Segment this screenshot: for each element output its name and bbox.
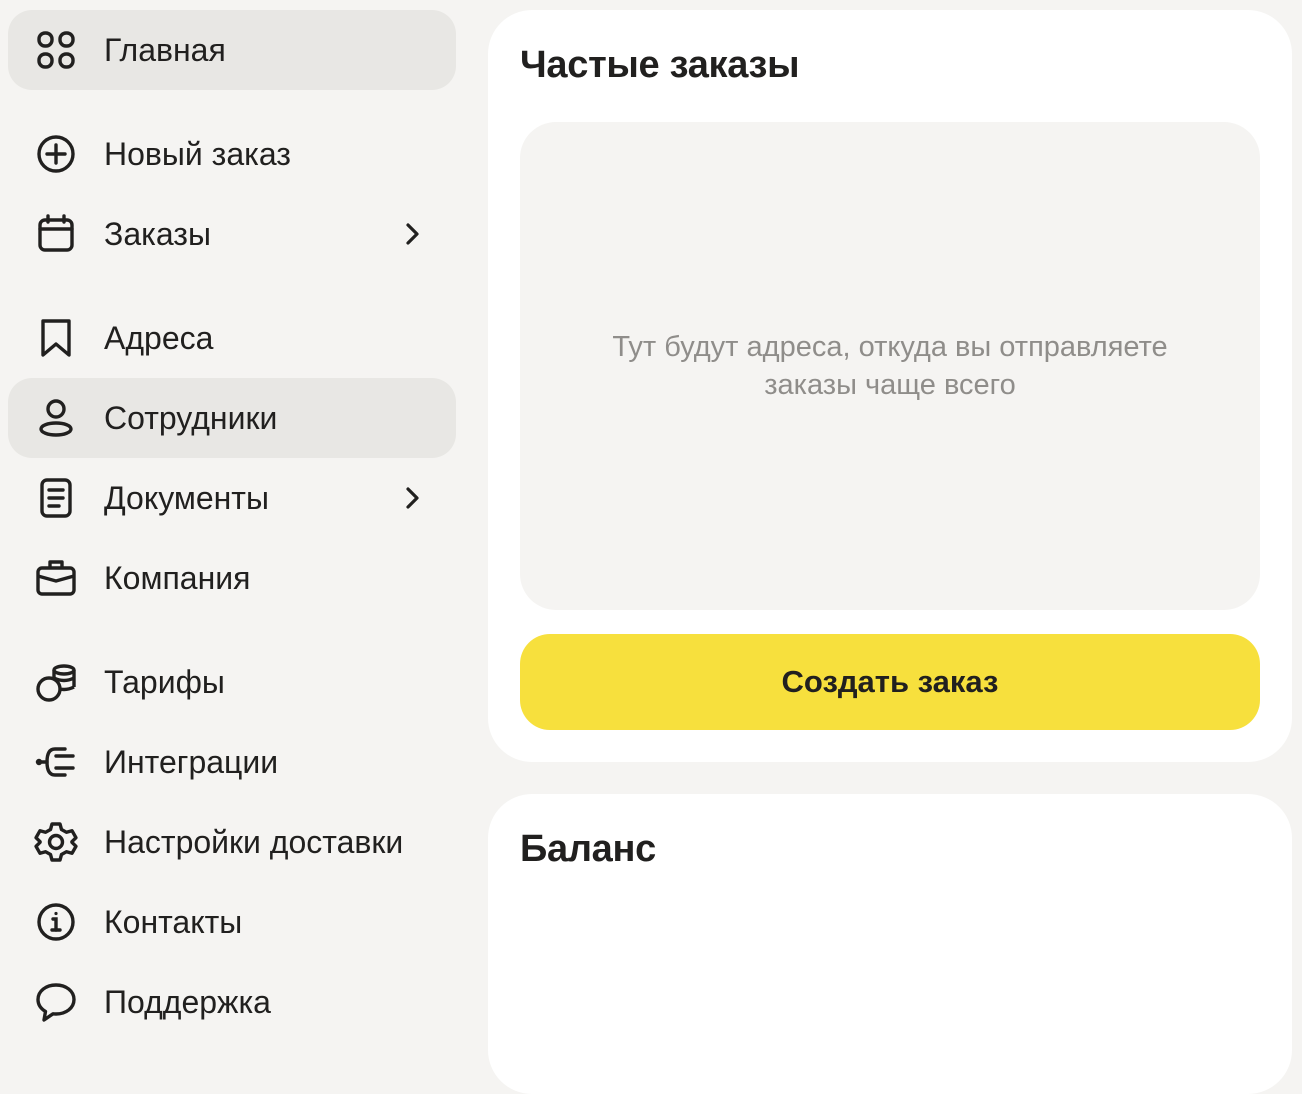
frequent-orders-title: Частые заказы: [520, 44, 800, 86]
grid-icon: [34, 31, 78, 69]
sidebar-item-tariffs[interactable]: Тарифы: [8, 642, 456, 722]
sidebar-item-label: Контакты: [104, 904, 243, 940]
user-icon: [34, 399, 78, 437]
sidebar-item-home[interactable]: Главная: [8, 10, 456, 90]
frequent-orders-empty-state: Тут будут адреса, откуда вы отправляете …: [520, 122, 1260, 610]
sidebar: Главная Новый заказ Заказы Адреса Сотруд…: [0, 0, 470, 1037]
plus-circle-icon: [34, 135, 78, 173]
empty-state-text: Тут будут адреса, откуда вы отправляете …: [612, 331, 1168, 401]
sidebar-item-label: Настройки доставки: [104, 824, 404, 860]
sidebar-item-label: Заказы: [104, 216, 211, 252]
chat-bubble-icon: [34, 983, 78, 1022]
sidebar-item-delivery-settings[interactable]: Настройки доставки: [8, 802, 456, 882]
balance-title: Баланс: [520, 828, 657, 870]
chevron-right-icon: [398, 484, 426, 512]
sidebar-item-label: Сотрудники: [104, 400, 278, 436]
sidebar-item-label: Поддержка: [104, 984, 271, 1020]
balance-card: Баланс: [488, 794, 1292, 1094]
create-order-button[interactable]: Создать заказ: [520, 634, 1260, 730]
coins-icon: [34, 664, 78, 702]
sidebar-item-orders[interactable]: Заказы: [8, 194, 456, 274]
sidebar-item-label: Интеграции: [104, 744, 279, 780]
sidebar-item-contacts[interactable]: Контакты: [8, 882, 456, 962]
document-icon: [34, 478, 78, 518]
calendar-icon: [34, 214, 78, 252]
sidebar-item-label: Адреса: [104, 320, 214, 356]
sidebar-item-documents[interactable]: Документы: [8, 458, 456, 538]
sidebar-item-employees[interactable]: Сотрудники: [8, 378, 456, 458]
plug-icon: [34, 744, 78, 780]
sidebar-item-label: Компания: [104, 560, 251, 596]
sidebar-item-label: Тарифы: [104, 664, 225, 700]
sidebar-item-company[interactable]: Компания: [8, 538, 456, 618]
sidebar-item-label: Новый заказ: [104, 136, 291, 172]
sidebar-item-label: Главная: [104, 32, 226, 68]
briefcase-icon: [34, 560, 78, 596]
sidebar-item-addresses[interactable]: Адреса: [8, 298, 456, 378]
info-icon: [34, 903, 78, 941]
sidebar-item-new-order[interactable]: Новый заказ: [8, 114, 456, 194]
sidebar-item-integrations[interactable]: Интеграции: [8, 722, 456, 802]
bookmark-icon: [34, 319, 78, 357]
frequent-orders-card: Частые заказы Тут будут адреса, откуда в…: [488, 10, 1292, 762]
chevron-right-icon: [398, 220, 426, 248]
gear-icon: [34, 822, 78, 862]
sidebar-item-support[interactable]: Поддержка: [8, 962, 456, 1042]
sidebar-item-label: Документы: [104, 480, 269, 516]
